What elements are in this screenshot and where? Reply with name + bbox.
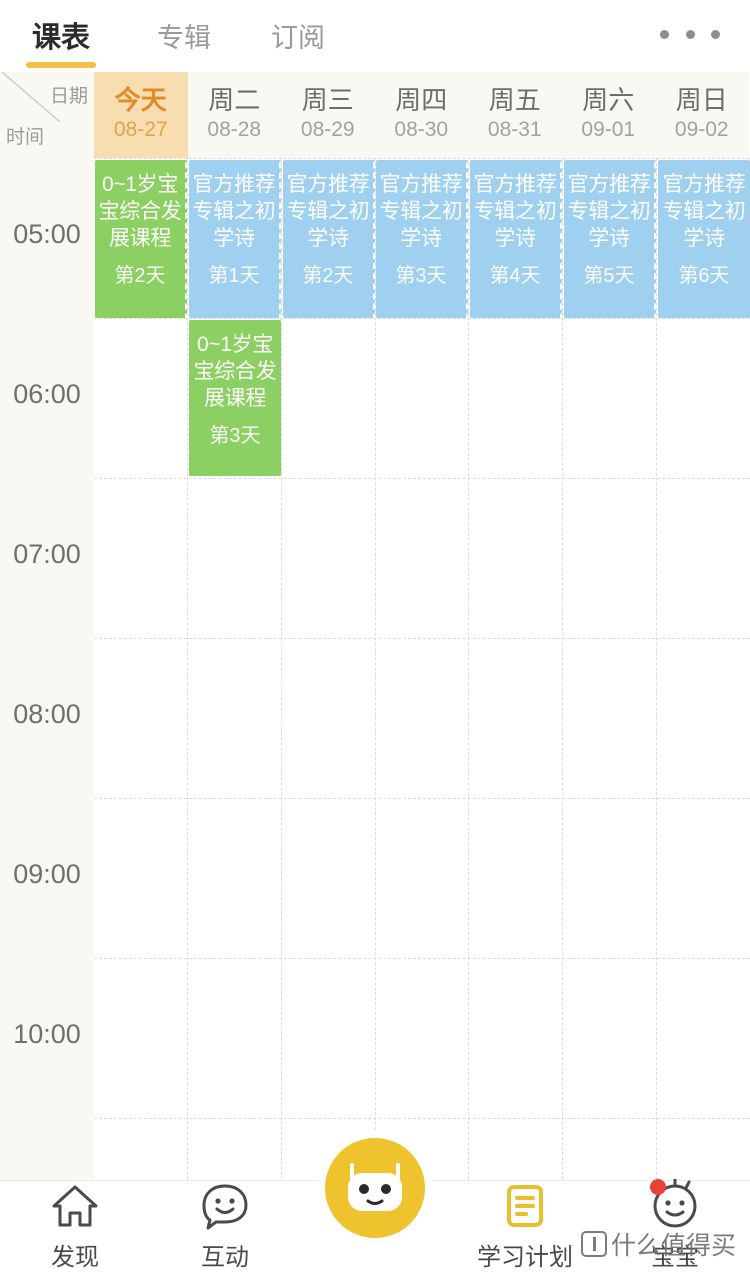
time-label-1: 06:00	[13, 379, 81, 409]
event-day: 第4天	[489, 264, 541, 287]
grid-vline-5	[562, 158, 563, 1180]
event-day: 第2天	[302, 264, 354, 287]
day-date: 09-01	[581, 117, 636, 141]
event-day: 第3天	[395, 264, 447, 287]
event-day: 第6天	[678, 264, 730, 287]
day-name: 周五	[488, 84, 541, 115]
grid-hline-5	[94, 958, 750, 959]
event-title: 官方推荐专辑之初学诗	[473, 173, 557, 250]
notification-badge	[650, 1179, 666, 1195]
schedule-grid[interactable]: 05:00 06:00 07:00 08:00 09:00 10:00 0~1岁…	[0, 158, 750, 1180]
event-block-5[interactable]: 官方推荐专辑之初学诗 第5天	[564, 160, 656, 318]
day-header-1[interactable]: 周二 08-28	[187, 72, 281, 158]
time-label-3: 08:00	[13, 699, 81, 729]
day-header-4[interactable]: 周五 08-31	[468, 72, 562, 158]
time-label-2: 07:00	[13, 539, 81, 569]
day-date: 09-02	[674, 117, 729, 141]
event-title: 官方推荐专辑之初学诗	[192, 173, 276, 250]
schedule-corner-cell: 日期 时间	[0, 72, 94, 158]
event-title: 官方推荐专辑之初学诗	[286, 173, 370, 250]
event-day: 第1天	[208, 264, 260, 287]
robot-icon	[348, 1163, 402, 1211]
grid-vline-6	[656, 158, 657, 1180]
schedule-columns[interactable]: 0~1岁宝宝综合发展课程 第2天 官方推荐专辑之初学诗 第1天 官方推荐专辑之初…	[94, 158, 750, 1180]
corner-time-label: 时间	[6, 127, 45, 148]
smiley-icon	[198, 1179, 252, 1233]
grid-hline-1	[94, 318, 750, 319]
event-block-6[interactable]: 官方推荐专辑之初学诗 第6天	[658, 160, 750, 318]
time-axis-column: 05:00 06:00 07:00 08:00 09:00 10:00	[0, 158, 94, 1180]
event-title: 0~1岁宝宝综合发展课程	[193, 333, 277, 410]
schedule-header-row: 日期 时间 今天 08-27 周二 08-28 周三 08-29 周四 08-3…	[0, 72, 750, 158]
grid-hline-6	[94, 1118, 750, 1119]
grid-hline-2	[94, 478, 750, 479]
day-name: 周六	[582, 84, 635, 115]
tab-kebiao[interactable]: 课表	[25, 14, 97, 56]
bottom-navigation-bar: 发现 互动 学习计划 宝宝 什么值得买	[0, 1138, 750, 1280]
event-block-0[interactable]: 0~1岁宝宝综合发展课程 第2天	[95, 160, 187, 318]
watermark: 什么值得买	[580, 1226, 736, 1262]
baby-face-icon	[648, 1178, 702, 1233]
event-day: 第2天	[114, 264, 166, 287]
list-icon	[498, 1179, 552, 1233]
event-title: 官方推荐专辑之初学诗	[379, 173, 463, 250]
day-date: 08-30	[394, 117, 449, 141]
grid-vline-2	[281, 158, 282, 1180]
time-label-0: 05:00	[13, 219, 81, 249]
nav-label: 学习计划	[477, 1244, 573, 1271]
event-title: 官方推荐专辑之初学诗	[662, 173, 746, 250]
nav-label: 互动	[201, 1244, 249, 1271]
day-name: 周日	[675, 84, 728, 115]
event-title: 0~1岁宝宝综合发展课程	[98, 173, 182, 250]
watermark-text: 什么值得买	[610, 1232, 736, 1260]
nav-label: 发现	[51, 1244, 99, 1271]
grid-hline-3	[94, 638, 750, 639]
day-name: 周四	[395, 84, 448, 115]
day-date: 08-28	[207, 117, 262, 141]
day-name: 周三	[301, 84, 354, 115]
tab-dingyue[interactable]: 订阅	[262, 16, 334, 55]
event-block-7[interactable]: 0~1岁宝宝综合发展课程 第3天	[189, 320, 281, 476]
event-block-1[interactable]: 官方推荐专辑之初学诗 第1天	[189, 160, 281, 318]
day-date: 08-31	[487, 117, 542, 141]
day-header-2[interactable]: 周三 08-29	[281, 72, 375, 158]
event-title: 官方推荐专辑之初学诗	[567, 173, 651, 250]
grid-vline-1	[187, 158, 188, 1180]
day-name: 周二	[208, 84, 261, 115]
active-tab-indicator	[26, 62, 96, 68]
tab-zhuanji[interactable]: 专辑	[148, 16, 220, 55]
day-header-3[interactable]: 周四 08-30	[374, 72, 468, 158]
event-block-3[interactable]: 官方推荐专辑之初学诗 第3天	[376, 160, 468, 318]
event-day: 第3天	[209, 424, 261, 447]
time-label-4: 09:00	[13, 859, 81, 889]
day-header-0[interactable]: 今天 08-27	[94, 72, 188, 158]
nav-item-study-plan[interactable]: 学习计划	[450, 1179, 600, 1272]
top-tab-bar: 课表 专辑 订阅	[0, 0, 750, 72]
event-block-2[interactable]: 官方推荐专辑之初学诗 第2天	[283, 160, 375, 318]
day-name: 今天	[114, 84, 167, 115]
day-date: 08-29	[300, 117, 355, 141]
home-icon	[48, 1179, 102, 1233]
grid-hline-4	[94, 798, 750, 799]
grid-vline-4	[468, 158, 469, 1180]
center-robot-button[interactable]	[325, 1138, 425, 1238]
day-header-6[interactable]: 周日 09-02	[655, 72, 749, 158]
time-label-5: 10:00	[13, 1019, 81, 1049]
more-horizontal-icon[interactable]	[660, 16, 720, 52]
app-root: 课表 专辑 订阅 日期 时间 今天 08-27 周二 08-28 周三 08-2…	[0, 0, 750, 1280]
nav-item-interact[interactable]: 互动	[150, 1179, 300, 1272]
event-day: 第5天	[583, 264, 635, 287]
event-block-4[interactable]: 官方推荐专辑之初学诗 第4天	[470, 160, 562, 318]
nav-item-discover[interactable]: 发现	[0, 1179, 150, 1272]
corner-date-label: 日期	[49, 86, 88, 107]
grid-hline-0	[94, 158, 750, 159]
day-header-5[interactable]: 周六 09-01	[561, 72, 655, 158]
day-date: 08-27	[113, 117, 168, 141]
watermark-logo-icon	[580, 1231, 607, 1257]
